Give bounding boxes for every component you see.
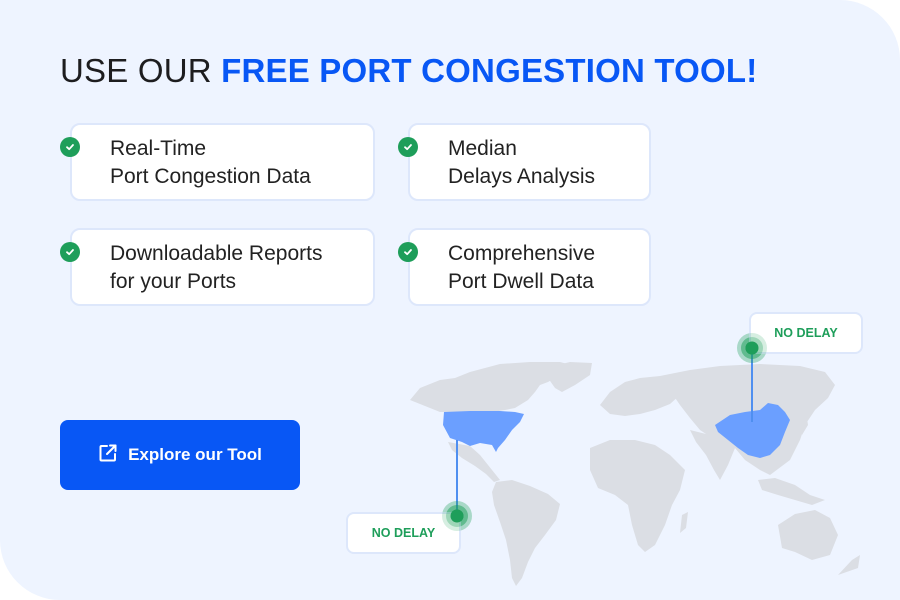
land-masses — [410, 362, 860, 586]
land-australia — [778, 510, 838, 560]
land-new-zealand — [838, 555, 860, 575]
status-badge-china: NO DELAY — [749, 312, 863, 354]
land-southeast-asia — [758, 478, 825, 505]
promo-card: USE OUR FREE PORT CONGESTION TOOL! Real-… — [0, 0, 900, 600]
land-greenland — [545, 362, 592, 392]
land-madagascar — [680, 512, 688, 533]
land-central-america — [448, 442, 500, 482]
status-text: NO DELAY — [774, 326, 838, 340]
land-africa — [590, 440, 685, 552]
status-text: NO DELAY — [371, 526, 436, 540]
land-south-america — [492, 480, 560, 586]
status-badge-usa: NO DELAY — [346, 512, 461, 554]
world-map — [410, 333, 860, 586]
